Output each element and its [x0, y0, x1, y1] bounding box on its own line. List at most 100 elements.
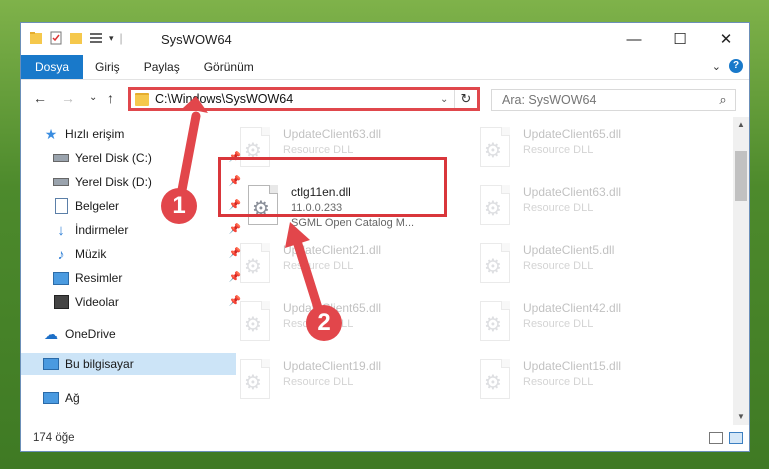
file-name: UpdateClient15.dll: [523, 359, 622, 373]
search-icon[interactable]: ⌕: [711, 92, 735, 108]
forward-button[interactable]: →: [61, 90, 75, 106]
file-type: Resource DLL: [523, 202, 594, 214]
window-title: SysWOW64: [161, 32, 232, 47]
maximize-button[interactable]: ☐: [657, 23, 703, 55]
file-item[interactable]: ⚙ UpdateClient15.dll Resource DLL: [476, 357, 706, 413]
sidebar-item-label: Yerel Disk (C:): [75, 151, 152, 165]
sidebar-item-onedrive[interactable]: ☁ OneDrive: [21, 323, 236, 345]
music-icon: ♪: [57, 246, 65, 262]
sidebar-item-label: Yerel Disk (D:): [75, 175, 152, 189]
sidebar-item-label: Belgeler: [75, 199, 120, 213]
dll-file-icon: ⚙: [236, 357, 274, 403]
sidebar-item-quick-access[interactable]: ★ Hızlı erişim: [21, 123, 236, 145]
tab-view[interactable]: Görünüm: [192, 55, 266, 79]
vertical-scrollbar[interactable]: ▲ ▼: [733, 117, 749, 425]
status-bar: 174 öğe: [21, 425, 749, 451]
sidebar-item-label: Ağ: [65, 391, 80, 405]
file-type: Resource DLL: [523, 376, 594, 388]
back-button[interactable]: ←: [33, 90, 47, 106]
file-name: UpdateClient42.dll: [523, 301, 622, 315]
tab-file[interactable]: Dosya: [21, 55, 84, 79]
ribbon-right-controls: ⌄ ?: [712, 59, 743, 73]
sidebar-item-label: OneDrive: [65, 327, 116, 341]
file-item[interactable]: ⚙ UpdateClient42.dll Resource DLL: [476, 299, 706, 355]
tiles-view-icon[interactable]: [729, 432, 743, 444]
sidebar-item-label: Müzik: [75, 247, 107, 261]
address-dropdown-icon[interactable]: ⌄: [440, 94, 454, 105]
recent-locations-button[interactable]: ⌄: [89, 92, 97, 103]
address-bar[interactable]: C:\Windows\SysWOW64 ⌄ ↻: [128, 87, 480, 111]
scroll-thumb[interactable]: [735, 151, 747, 201]
search-box[interactable]: ⌕: [491, 89, 736, 111]
title-bar: ▾ | SysWOW64 — ☐ ✕: [21, 23, 749, 55]
explorer-window: ▾ | SysWOW64 — ☐ ✕ Dosya Giriş Paylaş Gö…: [20, 22, 750, 452]
file-name: UpdateClient65.dll: [523, 127, 622, 141]
close-button[interactable]: ✕: [703, 23, 749, 55]
view-toggle: [709, 432, 743, 444]
file-highlight-box: [218, 157, 447, 217]
tab-share[interactable]: Paylaş: [132, 55, 192, 79]
dll-file-icon: ⚙: [476, 241, 514, 287]
quick-access-toolbar: ▾ |: [29, 30, 123, 46]
file-item[interactable]: ⚙ UpdateClient63.dll Resource DLL: [476, 183, 706, 239]
customize-icon[interactable]: [89, 30, 103, 46]
refresh-button[interactable]: ↻: [454, 90, 477, 108]
sidebar-item-disk-d[interactable]: Yerel Disk (D:) 📌: [21, 171, 246, 193]
help-icon[interactable]: ?: [729, 59, 743, 73]
minimize-button[interactable]: —: [611, 23, 657, 55]
star-icon: ★: [44, 125, 58, 142]
cloud-icon: ☁: [44, 325, 58, 342]
file-item[interactable]: ⚙ UpdateClient65.dllResource DLL: [236, 299, 466, 355]
file-type: Resource DLL: [523, 144, 594, 156]
search-input[interactable]: [500, 92, 711, 108]
qa-separator: |: [119, 31, 123, 45]
file-type: Resource DLL: [283, 144, 354, 156]
dll-file-icon: ⚙: [476, 299, 514, 345]
sidebar-item-label: İndirmeler: [75, 223, 129, 237]
file-type: Resource DLL: [523, 260, 594, 272]
drive-icon: [53, 150, 69, 166]
address-path[interactable]: C:\Windows\SysWOW64: [155, 92, 440, 106]
details-view-icon[interactable]: [709, 432, 723, 444]
scroll-down-icon[interactable]: ▼: [733, 409, 749, 425]
pictures-icon: [53, 270, 69, 286]
download-icon: ↓: [57, 221, 65, 239]
sidebar-item-this-pc[interactable]: Bu bilgisayar: [21, 353, 236, 375]
sidebar-item-music[interactable]: ♪ Müzik 📌: [21, 243, 246, 265]
file-description: SGML Open Catalog M...: [291, 217, 415, 229]
sidebar-item-label: Videolar: [75, 295, 119, 309]
properties-icon[interactable]: [49, 30, 63, 46]
sidebar-item-disk-c[interactable]: Yerel Disk (C:) 📌: [21, 147, 246, 169]
file-item[interactable]: ⚙ UpdateClient5.dll Resource DLL: [476, 241, 706, 297]
sidebar-item-documents[interactable]: Belgeler 📌: [21, 195, 246, 217]
sidebar-item-videos[interactable]: Videolar 📌: [21, 291, 246, 313]
file-name: UpdateClient19.dll: [283, 359, 382, 373]
qa-dropdown-icon[interactable]: ▾: [109, 33, 114, 44]
sidebar-item-label: Resimler: [75, 271, 123, 285]
folder-icon: [135, 92, 149, 106]
file-type: Resource DLL: [283, 260, 354, 272]
file-item[interactable]: ⚙ UpdateClient21.dll Resource DLL: [236, 241, 466, 297]
up-button[interactable]: ↑: [107, 90, 114, 106]
sidebar-item-network[interactable]: Ağ: [21, 387, 236, 409]
ribbon-collapse-icon[interactable]: ⌄: [712, 60, 721, 73]
file-type: Resource DLL: [283, 376, 354, 388]
file-type: Resource DLL: [523, 318, 594, 330]
scroll-up-icon[interactable]: ▲: [733, 117, 749, 133]
sidebar-item-downloads[interactable]: ↓ İndirmeler 📌: [21, 219, 246, 241]
file-item[interactable]: ⚙ UpdateClient19.dll Resource DLL: [236, 357, 466, 413]
sidebar-item-pictures[interactable]: Resimler 📌: [21, 267, 246, 289]
new-folder-icon[interactable]: [69, 30, 83, 46]
dll-file-icon: ⚙: [236, 241, 274, 287]
sidebar-item-label: Bu bilgisayar: [65, 357, 134, 371]
file-item[interactable]: ⚙ UpdateClient65.dll Resource DLL: [476, 125, 706, 181]
file-name: UpdateClient63.dll: [523, 185, 622, 199]
ribbon-tabs: Dosya Giriş Paylaş Görünüm ⌄ ?: [21, 55, 749, 80]
tab-home[interactable]: Giriş: [83, 55, 132, 79]
dll-file-icon: ⚙: [476, 183, 514, 229]
folder-icon: [30, 32, 42, 44]
computer-icon: [43, 356, 59, 372]
video-icon: [53, 294, 69, 310]
dll-file-icon: ⚙: [476, 125, 514, 171]
navigation-bar: ← → ⌄ ↑ C:\Windows\SysWOW64 ⌄ ↻ ⌕: [21, 80, 749, 118]
